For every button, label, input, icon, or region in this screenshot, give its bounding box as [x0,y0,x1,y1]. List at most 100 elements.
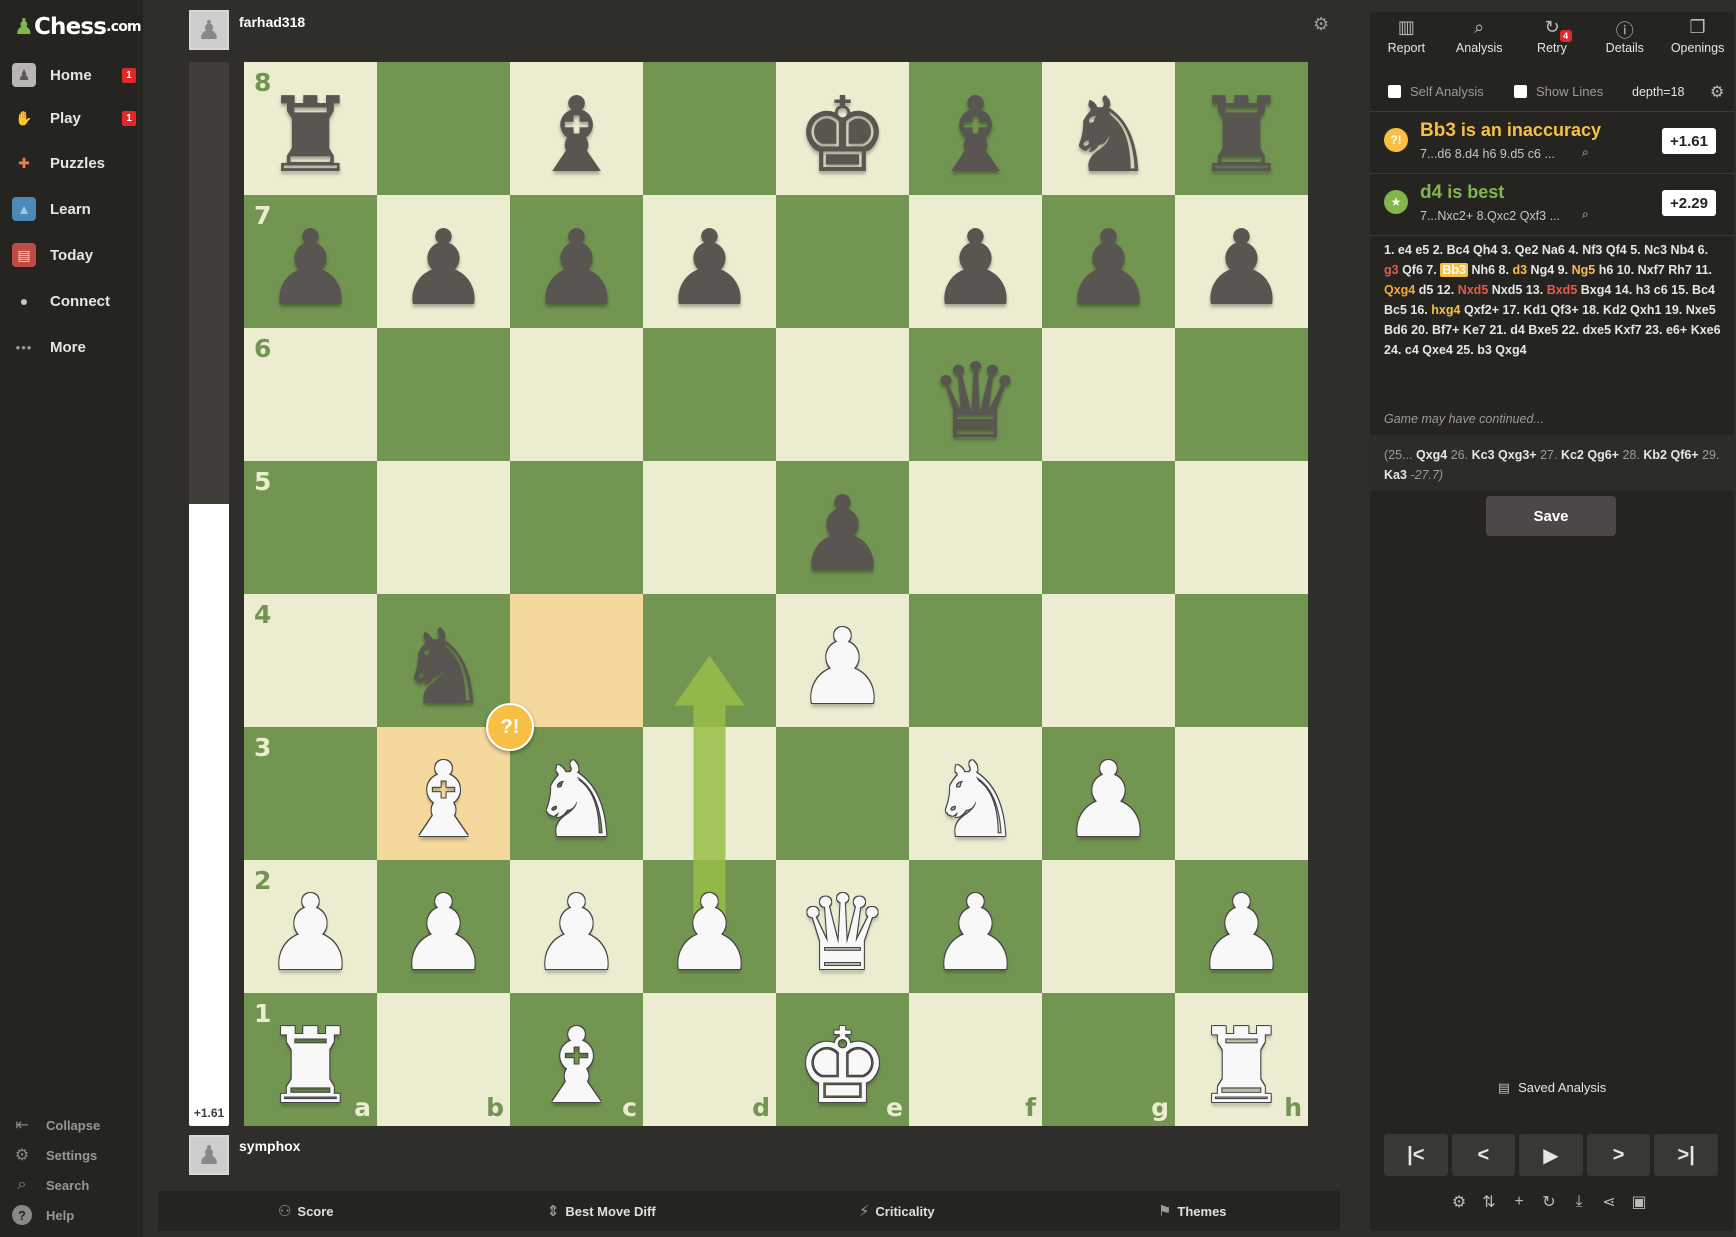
magnifier-icon[interactable]: ⌕ [1582,145,1589,160]
move-item[interactable]: Rh7 [1668,263,1692,277]
move-item[interactable]: hxg4 [1431,303,1460,317]
square-h3[interactable] [1175,727,1308,860]
move-item[interactable]: Na6 [1542,243,1565,257]
move-item[interactable]: Nb4 [1671,243,1695,257]
white-pawn-g3[interactable]: ♟ [1042,733,1175,866]
square-b6[interactable] [377,328,510,461]
continuation-line[interactable]: (25... Qxg4 26. Kc3 Qxg3+ 27. Kc2 Qg6+ 2… [1370,435,1734,491]
move-item[interactable]: Bxg4 [1581,283,1612,297]
self-analysis-label[interactable]: Self Analysis [1410,84,1484,99]
move-item[interactable]: Qxg4 [1384,283,1415,297]
move-item[interactable]: Qxg4 [1495,343,1526,357]
black-pawn-e5[interactable]: ♟ [776,467,909,600]
white-knight-f3[interactable]: ♞ [909,733,1042,866]
engine-settings-gear-icon[interactable]: ⚙ [1710,82,1724,102]
move-item[interactable]: Bd6 [1384,323,1408,337]
white-pawn-h2[interactable]: ♟ [1175,866,1308,999]
self-analysis-checkbox[interactable] [1388,85,1401,98]
move-item[interactable]: c6 [1654,283,1668,297]
move-item[interactable]: Qf3+ [1551,303,1579,317]
move-item[interactable]: b3 [1477,343,1492,357]
sidebar-item-puzzles[interactable]: ✚ Puzzles [0,142,143,184]
square-h6[interactable] [1175,328,1308,461]
move-item[interactable]: e5 [1415,243,1429,257]
board-settings-gear-icon[interactable]: ⚙ [1313,14,1329,35]
black-rook-h8[interactable]: ♜ [1175,68,1308,201]
move-item[interactable]: Bxe5 [1528,323,1558,337]
move-item[interactable]: Ng4 [1531,263,1555,277]
square-g1[interactable]: g [1042,993,1175,1126]
square-g5[interactable] [1042,461,1175,594]
bottom-best-move-diff-button[interactable]: ⇕ Best Move Diff [454,1191,750,1231]
move-item[interactable]: h6 [1599,263,1614,277]
move-item[interactable]: Nxd5 [1492,283,1523,297]
move-item[interactable]: Bb3 [1440,263,1468,277]
chess-board[interactable]: 8 7 6 5 4 3 2 1 a b c d e f g h ♜ ♝ ♚ ♝ ♞ ♜ ♟ ♟ ♟ ♟ ♟ ♟ ♟ ♛ ♟ ♞ ♟ ♝ ♞ ♞ ♟ ♟ ♟ ♟… [244,62,1308,1126]
tab-openings[interactable]: ❒ Openings [1661,12,1734,67]
square-d6[interactable] [643,328,776,461]
move-item[interactable]: Ng5 [1572,263,1596,277]
square-g6[interactable] [1042,328,1175,461]
move-item[interactable]: Qxe4 [1422,343,1453,357]
last-move-button[interactable]: >| [1654,1134,1718,1176]
black-pawn-b7[interactable]: ♟ [377,201,510,334]
square-a5[interactable]: 5 [244,461,377,594]
square-f4[interactable] [909,594,1042,727]
move-item[interactable]: Nxd5 [1458,283,1489,297]
move-item[interactable]: g3 [1384,263,1399,277]
move-item[interactable]: Nc3 [1644,243,1667,257]
square-b5[interactable] [377,461,510,594]
sidebar-item-today[interactable]: ▤ Today [0,234,143,276]
white-bishop-c1[interactable]: ♝ [510,999,643,1132]
square-b1[interactable]: b [377,993,510,1126]
square-e3[interactable] [776,727,909,860]
saved-analysis-link[interactable]: ▤ Saved Analysis [1370,1080,1734,1096]
white-rook-a1[interactable]: ♜ [244,999,377,1132]
white-pawn-b2[interactable]: ♟ [377,866,510,999]
bottom-player-name[interactable]: symphox [239,1138,300,1154]
chess-com-logo[interactable]: ♟ Chess .com [14,12,142,42]
add-icon[interactable]: + [1510,1190,1528,1214]
black-pawn-g7[interactable]: ♟ [1042,201,1175,334]
white-pawn-a2[interactable]: ♟ [244,866,377,999]
move-item[interactable]: Nxf7 [1638,263,1665,277]
move-item[interactable]: Ke7 [1463,323,1486,337]
square-d5[interactable] [643,461,776,594]
move-item[interactable]: Kd1 [1523,303,1547,317]
top-player-avatar[interactable]: ♟ [189,10,229,50]
bottom-player-avatar[interactable]: ♟ [189,1135,229,1175]
engine-icon[interactable]: ⚙ [1450,1190,1468,1214]
sidebar-item-home[interactable]: ♟ Home 1 [0,54,143,96]
square-a3[interactable]: 3 [244,727,377,860]
square-g2[interactable] [1042,860,1175,993]
reset-icon[interactable]: ↻ [1540,1190,1558,1214]
move-item[interactable]: h3 [1636,283,1651,297]
tab-analysis[interactable]: ⌕ Analysis [1443,12,1516,67]
move-item[interactable]: Kxf7 [1615,323,1642,337]
white-pawn-c2[interactable]: ♟ [510,866,643,999]
sidebar-settings-button[interactable]: ⚙ Settings [0,1141,143,1169]
download-icon[interactable]: ⤓ [1570,1190,1588,1214]
sidebar-item-play[interactable]: ✋ Play 1 [0,97,143,139]
move-item[interactable]: Qxf2+ [1464,303,1499,317]
black-queen-f6[interactable]: ♛ [909,334,1042,467]
move-item[interactable]: dxe5 [1583,323,1612,337]
play-button[interactable]: ▶ [1519,1134,1583,1176]
move-item[interactable]: Qxh1 [1630,303,1661,317]
move-item[interactable]: Qe2 [1515,243,1539,257]
move-item[interactable]: Bf7+ [1432,323,1459,337]
square-c6[interactable] [510,328,643,461]
square-a4[interactable]: 4 [244,594,377,727]
black-pawn-c7[interactable]: ♟ [510,201,643,334]
white-rook-h1[interactable]: ♜ [1175,999,1308,1132]
white-pawn-f2[interactable]: ♟ [909,866,1042,999]
flip-board-icon[interactable]: ⇅ [1480,1190,1498,1214]
white-knight-c3[interactable]: ♞ [510,733,643,866]
white-bishop-b3[interactable]: ♝ [377,733,510,866]
sidebar-search-button[interactable]: ⌕ Search [0,1171,143,1199]
square-h5[interactable] [1175,461,1308,594]
black-pawn-f7[interactable]: ♟ [909,201,1042,334]
black-rook-a8[interactable]: ♜ [244,68,377,201]
square-d1[interactable]: d [643,993,776,1126]
move-item[interactable]: Qh4 [1473,243,1497,257]
